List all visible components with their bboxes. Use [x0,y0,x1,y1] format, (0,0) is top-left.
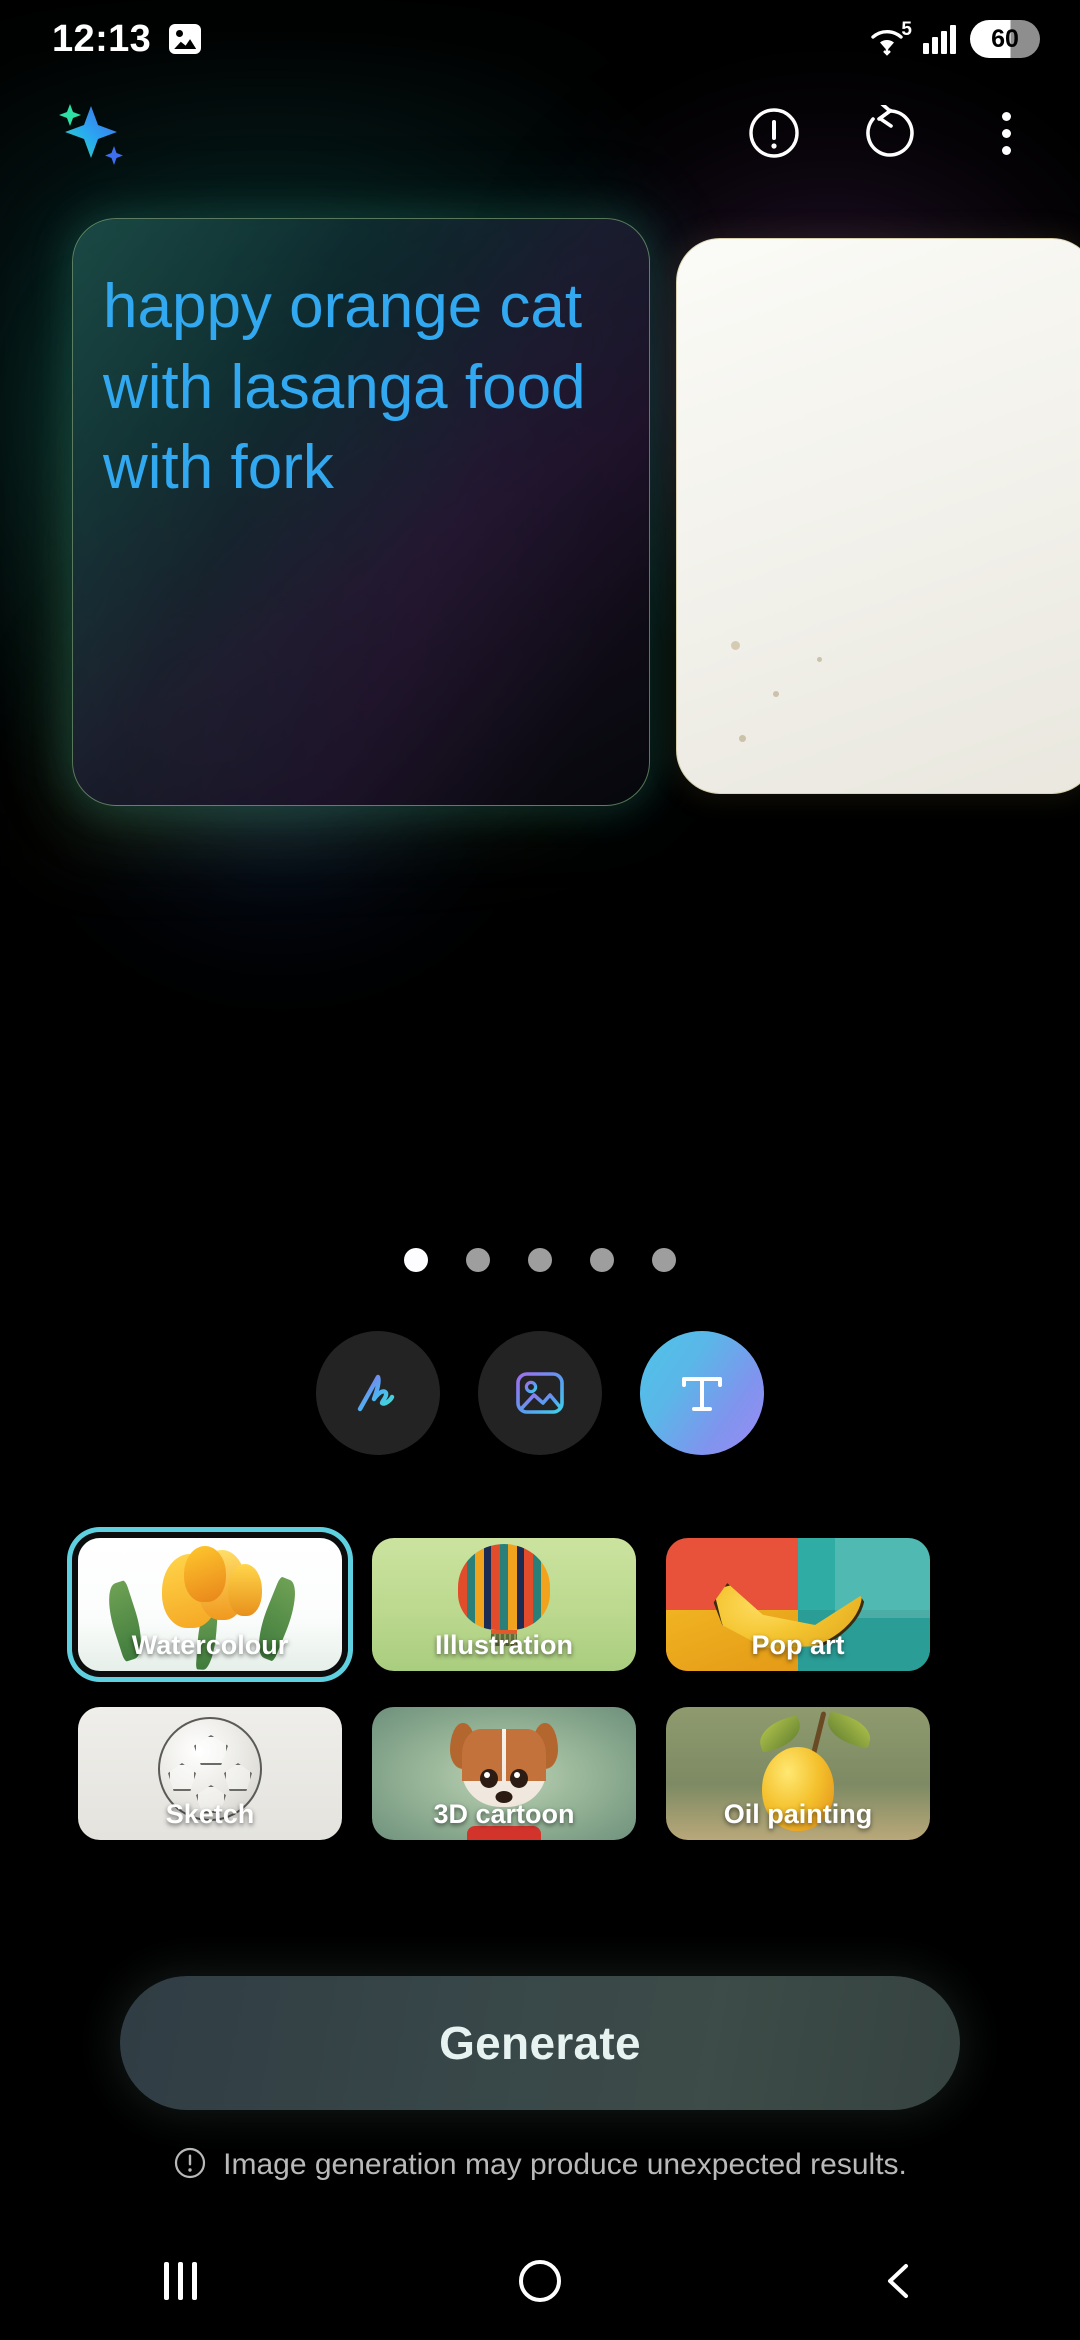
style-label: 3D cartoon [433,1799,575,1829]
disclaimer: Image generation may produce unexpected … [0,2140,1080,2190]
peek-speck [817,657,822,662]
style-card-illustration[interactable]: Illustration [372,1538,636,1671]
cellular-signal-icon [923,24,956,54]
prompt-carousel[interactable]: happy orange cat with lasanga food with … [0,218,1080,808]
status-bar-left: 12:13 [52,17,202,61]
carousel-page-indicator[interactable] [0,1238,1080,1282]
style-label: Illustration [434,1630,573,1660]
generate-button-label: Generate [439,2017,641,2069]
style-label: Sketch [165,1799,255,1829]
wifi-generation-label: 5 [901,19,912,40]
disclaimer-text: Image generation may produce unexpected … [223,2148,907,2181]
recents-button[interactable] [120,2241,240,2321]
generate-button[interactable]: Generate [120,1976,960,2110]
style-label: Oil painting [723,1799,873,1829]
prompt-card-next-preview[interactable] [676,238,1080,794]
app-screen: 12:13 5 60 happy orange cat with lasanga… [0,0,1080,2340]
ai-sparkle-icon[interactable] [48,98,128,168]
page-dot-4[interactable] [590,1248,614,1272]
page-dot-3[interactable] [528,1248,552,1272]
style-card-pop-art[interactable]: Pop art [666,1538,930,1671]
page-dot-1[interactable] [404,1248,428,1272]
image-icon [169,24,202,54]
back-icon [888,2264,908,2298]
page-dot-5[interactable] [652,1248,676,1272]
app-toolbar [0,78,1080,188]
more-options-icon[interactable] [976,103,1036,163]
toolbar-actions [744,103,1036,163]
style-grid: Watercolour Illustration Pop art Sketch … [78,1538,1002,1840]
puppy-icon [462,1729,546,1807]
style-card-oil-painting[interactable]: Oil painting [666,1707,930,1840]
text-mode-button[interactable] [640,1331,764,1455]
warning-circle-icon [173,2146,207,2185]
back-button[interactable] [840,2241,960,2321]
system-navigation-bar [0,2222,1080,2340]
hot-air-balloon-icon [458,1544,550,1630]
input-mode-selector [0,1318,1080,1468]
status-bar: 12:13 5 60 [0,0,1080,78]
status-bar-right: 5 60 [867,19,1040,58]
home-button[interactable] [480,2241,600,2321]
reset-icon[interactable] [860,103,920,163]
peek-speck [739,735,746,742]
prompt-input[interactable]: happy orange cat with lasanga food with … [103,267,611,509]
page-dot-2[interactable] [466,1248,490,1272]
style-label: Watercolour [131,1630,289,1660]
peek-speck [773,691,779,697]
battery-indicator: 60 [970,20,1040,58]
style-card-watercolour[interactable]: Watercolour [78,1538,342,1671]
recents-icon [163,2262,197,2300]
prompt-card[interactable]: happy orange cat with lasanga food with … [72,218,650,806]
peek-speck [731,641,740,650]
style-card-3d-cartoon[interactable]: 3D cartoon [372,1707,636,1840]
style-label: Pop art [751,1630,845,1660]
wifi-icon: 5 [867,19,912,57]
status-bar-clock: 12:13 [52,17,152,60]
sketch-mode-button[interactable] [316,1331,440,1455]
style-card-sketch[interactable]: Sketch [78,1707,342,1840]
info-icon[interactable] [744,103,804,163]
image-mode-button[interactable] [478,1331,602,1455]
home-icon [519,2260,561,2302]
